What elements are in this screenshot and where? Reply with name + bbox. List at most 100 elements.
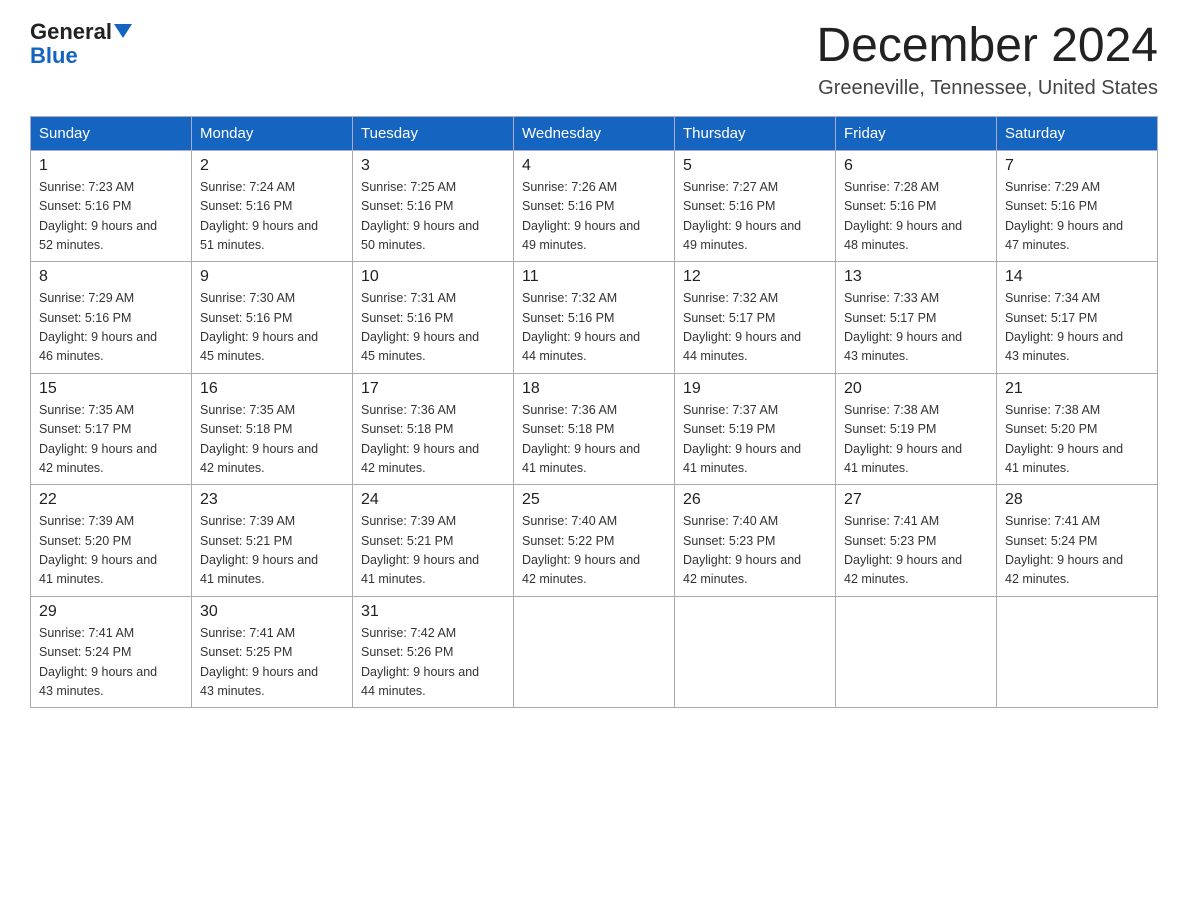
day-info: Sunrise: 7:27 AM Sunset: 5:16 PM Dayligh… [683, 178, 827, 256]
table-row: 24 Sunrise: 7:39 AM Sunset: 5:21 PM Dayl… [353, 485, 514, 597]
table-row: 15 Sunrise: 7:35 AM Sunset: 5:17 PM Dayl… [31, 373, 192, 485]
table-row: 27 Sunrise: 7:41 AM Sunset: 5:23 PM Dayl… [836, 485, 997, 597]
col-sunday: Sunday [31, 116, 192, 150]
day-number: 6 [844, 157, 988, 175]
day-number: 16 [200, 380, 344, 398]
day-info: Sunrise: 7:23 AM Sunset: 5:16 PM Dayligh… [39, 178, 183, 256]
day-number: 12 [683, 268, 827, 286]
table-row: 13 Sunrise: 7:33 AM Sunset: 5:17 PM Dayl… [836, 262, 997, 374]
table-row: 11 Sunrise: 7:32 AM Sunset: 5:16 PM Dayl… [514, 262, 675, 374]
day-info: Sunrise: 7:30 AM Sunset: 5:16 PM Dayligh… [200, 289, 344, 367]
calendar-week-row: 22 Sunrise: 7:39 AM Sunset: 5:20 PM Dayl… [31, 485, 1158, 597]
day-number: 23 [200, 491, 344, 509]
day-number: 4 [522, 157, 666, 175]
day-info: Sunrise: 7:41 AM Sunset: 5:23 PM Dayligh… [844, 512, 988, 590]
day-number: 20 [844, 380, 988, 398]
page-header: General Blue December 2024 Greeneville, … [30, 20, 1158, 100]
day-number: 8 [39, 268, 183, 286]
logo-triangle-icon [114, 24, 132, 38]
day-number: 15 [39, 380, 183, 398]
day-number: 30 [200, 603, 344, 621]
day-number: 27 [844, 491, 988, 509]
table-row: 29 Sunrise: 7:41 AM Sunset: 5:24 PM Dayl… [31, 596, 192, 708]
logo-text: General [30, 20, 132, 44]
logo-blue-text: Blue [30, 44, 78, 68]
col-saturday: Saturday [997, 116, 1158, 150]
day-info: Sunrise: 7:40 AM Sunset: 5:22 PM Dayligh… [522, 512, 666, 590]
table-row: 28 Sunrise: 7:41 AM Sunset: 5:24 PM Dayl… [997, 485, 1158, 597]
day-info: Sunrise: 7:36 AM Sunset: 5:18 PM Dayligh… [361, 401, 505, 479]
day-number: 29 [39, 603, 183, 621]
logo: General Blue [30, 20, 132, 68]
col-tuesday: Tuesday [353, 116, 514, 150]
table-row: 19 Sunrise: 7:37 AM Sunset: 5:19 PM Dayl… [675, 373, 836, 485]
day-info: Sunrise: 7:35 AM Sunset: 5:17 PM Dayligh… [39, 401, 183, 479]
day-number: 25 [522, 491, 666, 509]
day-number: 7 [1005, 157, 1149, 175]
day-info: Sunrise: 7:32 AM Sunset: 5:16 PM Dayligh… [522, 289, 666, 367]
day-number: 11 [522, 268, 666, 286]
day-number: 18 [522, 380, 666, 398]
day-info: Sunrise: 7:33 AM Sunset: 5:17 PM Dayligh… [844, 289, 988, 367]
table-row: 5 Sunrise: 7:27 AM Sunset: 5:16 PM Dayli… [675, 150, 836, 262]
day-info: Sunrise: 7:40 AM Sunset: 5:23 PM Dayligh… [683, 512, 827, 590]
day-info: Sunrise: 7:39 AM Sunset: 5:21 PM Dayligh… [200, 512, 344, 590]
day-number: 1 [39, 157, 183, 175]
day-number: 31 [361, 603, 505, 621]
day-number: 26 [683, 491, 827, 509]
day-info: Sunrise: 7:32 AM Sunset: 5:17 PM Dayligh… [683, 289, 827, 367]
calendar-week-row: 15 Sunrise: 7:35 AM Sunset: 5:17 PM Dayl… [31, 373, 1158, 485]
table-row: 12 Sunrise: 7:32 AM Sunset: 5:17 PM Dayl… [675, 262, 836, 374]
day-number: 24 [361, 491, 505, 509]
calendar-week-row: 29 Sunrise: 7:41 AM Sunset: 5:24 PM Dayl… [31, 596, 1158, 708]
day-info: Sunrise: 7:39 AM Sunset: 5:20 PM Dayligh… [39, 512, 183, 590]
day-number: 14 [1005, 268, 1149, 286]
col-monday: Monday [192, 116, 353, 150]
calendar-header-row: Sunday Monday Tuesday Wednesday Thursday… [31, 116, 1158, 150]
table-row [836, 596, 997, 708]
table-row: 21 Sunrise: 7:38 AM Sunset: 5:20 PM Dayl… [997, 373, 1158, 485]
day-number: 10 [361, 268, 505, 286]
day-info: Sunrise: 7:41 AM Sunset: 5:25 PM Dayligh… [200, 624, 344, 702]
day-number: 13 [844, 268, 988, 286]
table-row: 16 Sunrise: 7:35 AM Sunset: 5:18 PM Dayl… [192, 373, 353, 485]
day-info: Sunrise: 7:42 AM Sunset: 5:26 PM Dayligh… [361, 624, 505, 702]
day-number: 3 [361, 157, 505, 175]
subtitle: Greeneville, Tennessee, United States [816, 77, 1158, 100]
table-row: 6 Sunrise: 7:28 AM Sunset: 5:16 PM Dayli… [836, 150, 997, 262]
table-row [997, 596, 1158, 708]
table-row: 31 Sunrise: 7:42 AM Sunset: 5:26 PM Dayl… [353, 596, 514, 708]
day-info: Sunrise: 7:29 AM Sunset: 5:16 PM Dayligh… [1005, 178, 1149, 256]
table-row [514, 596, 675, 708]
day-info: Sunrise: 7:38 AM Sunset: 5:19 PM Dayligh… [844, 401, 988, 479]
calendar-table: Sunday Monday Tuesday Wednesday Thursday… [30, 116, 1158, 709]
table-row: 3 Sunrise: 7:25 AM Sunset: 5:16 PM Dayli… [353, 150, 514, 262]
table-row: 22 Sunrise: 7:39 AM Sunset: 5:20 PM Dayl… [31, 485, 192, 597]
day-number: 28 [1005, 491, 1149, 509]
table-row [675, 596, 836, 708]
table-row: 1 Sunrise: 7:23 AM Sunset: 5:16 PM Dayli… [31, 150, 192, 262]
day-info: Sunrise: 7:29 AM Sunset: 5:16 PM Dayligh… [39, 289, 183, 367]
table-row: 25 Sunrise: 7:40 AM Sunset: 5:22 PM Dayl… [514, 485, 675, 597]
day-number: 22 [39, 491, 183, 509]
day-info: Sunrise: 7:31 AM Sunset: 5:16 PM Dayligh… [361, 289, 505, 367]
day-number: 5 [683, 157, 827, 175]
day-info: Sunrise: 7:36 AM Sunset: 5:18 PM Dayligh… [522, 401, 666, 479]
table-row: 26 Sunrise: 7:40 AM Sunset: 5:23 PM Dayl… [675, 485, 836, 597]
col-wednesday: Wednesday [514, 116, 675, 150]
table-row: 18 Sunrise: 7:36 AM Sunset: 5:18 PM Dayl… [514, 373, 675, 485]
day-info: Sunrise: 7:34 AM Sunset: 5:17 PM Dayligh… [1005, 289, 1149, 367]
table-row: 8 Sunrise: 7:29 AM Sunset: 5:16 PM Dayli… [31, 262, 192, 374]
day-number: 2 [200, 157, 344, 175]
day-info: Sunrise: 7:28 AM Sunset: 5:16 PM Dayligh… [844, 178, 988, 256]
table-row: 4 Sunrise: 7:26 AM Sunset: 5:16 PM Dayli… [514, 150, 675, 262]
table-row: 10 Sunrise: 7:31 AM Sunset: 5:16 PM Dayl… [353, 262, 514, 374]
day-info: Sunrise: 7:41 AM Sunset: 5:24 PM Dayligh… [1005, 512, 1149, 590]
col-friday: Friday [836, 116, 997, 150]
day-info: Sunrise: 7:25 AM Sunset: 5:16 PM Dayligh… [361, 178, 505, 256]
calendar-week-row: 1 Sunrise: 7:23 AM Sunset: 5:16 PM Dayli… [31, 150, 1158, 262]
table-row: 17 Sunrise: 7:36 AM Sunset: 5:18 PM Dayl… [353, 373, 514, 485]
table-row: 23 Sunrise: 7:39 AM Sunset: 5:21 PM Dayl… [192, 485, 353, 597]
day-info: Sunrise: 7:41 AM Sunset: 5:24 PM Dayligh… [39, 624, 183, 702]
title-area: December 2024 Greeneville, Tennessee, Un… [816, 20, 1158, 100]
